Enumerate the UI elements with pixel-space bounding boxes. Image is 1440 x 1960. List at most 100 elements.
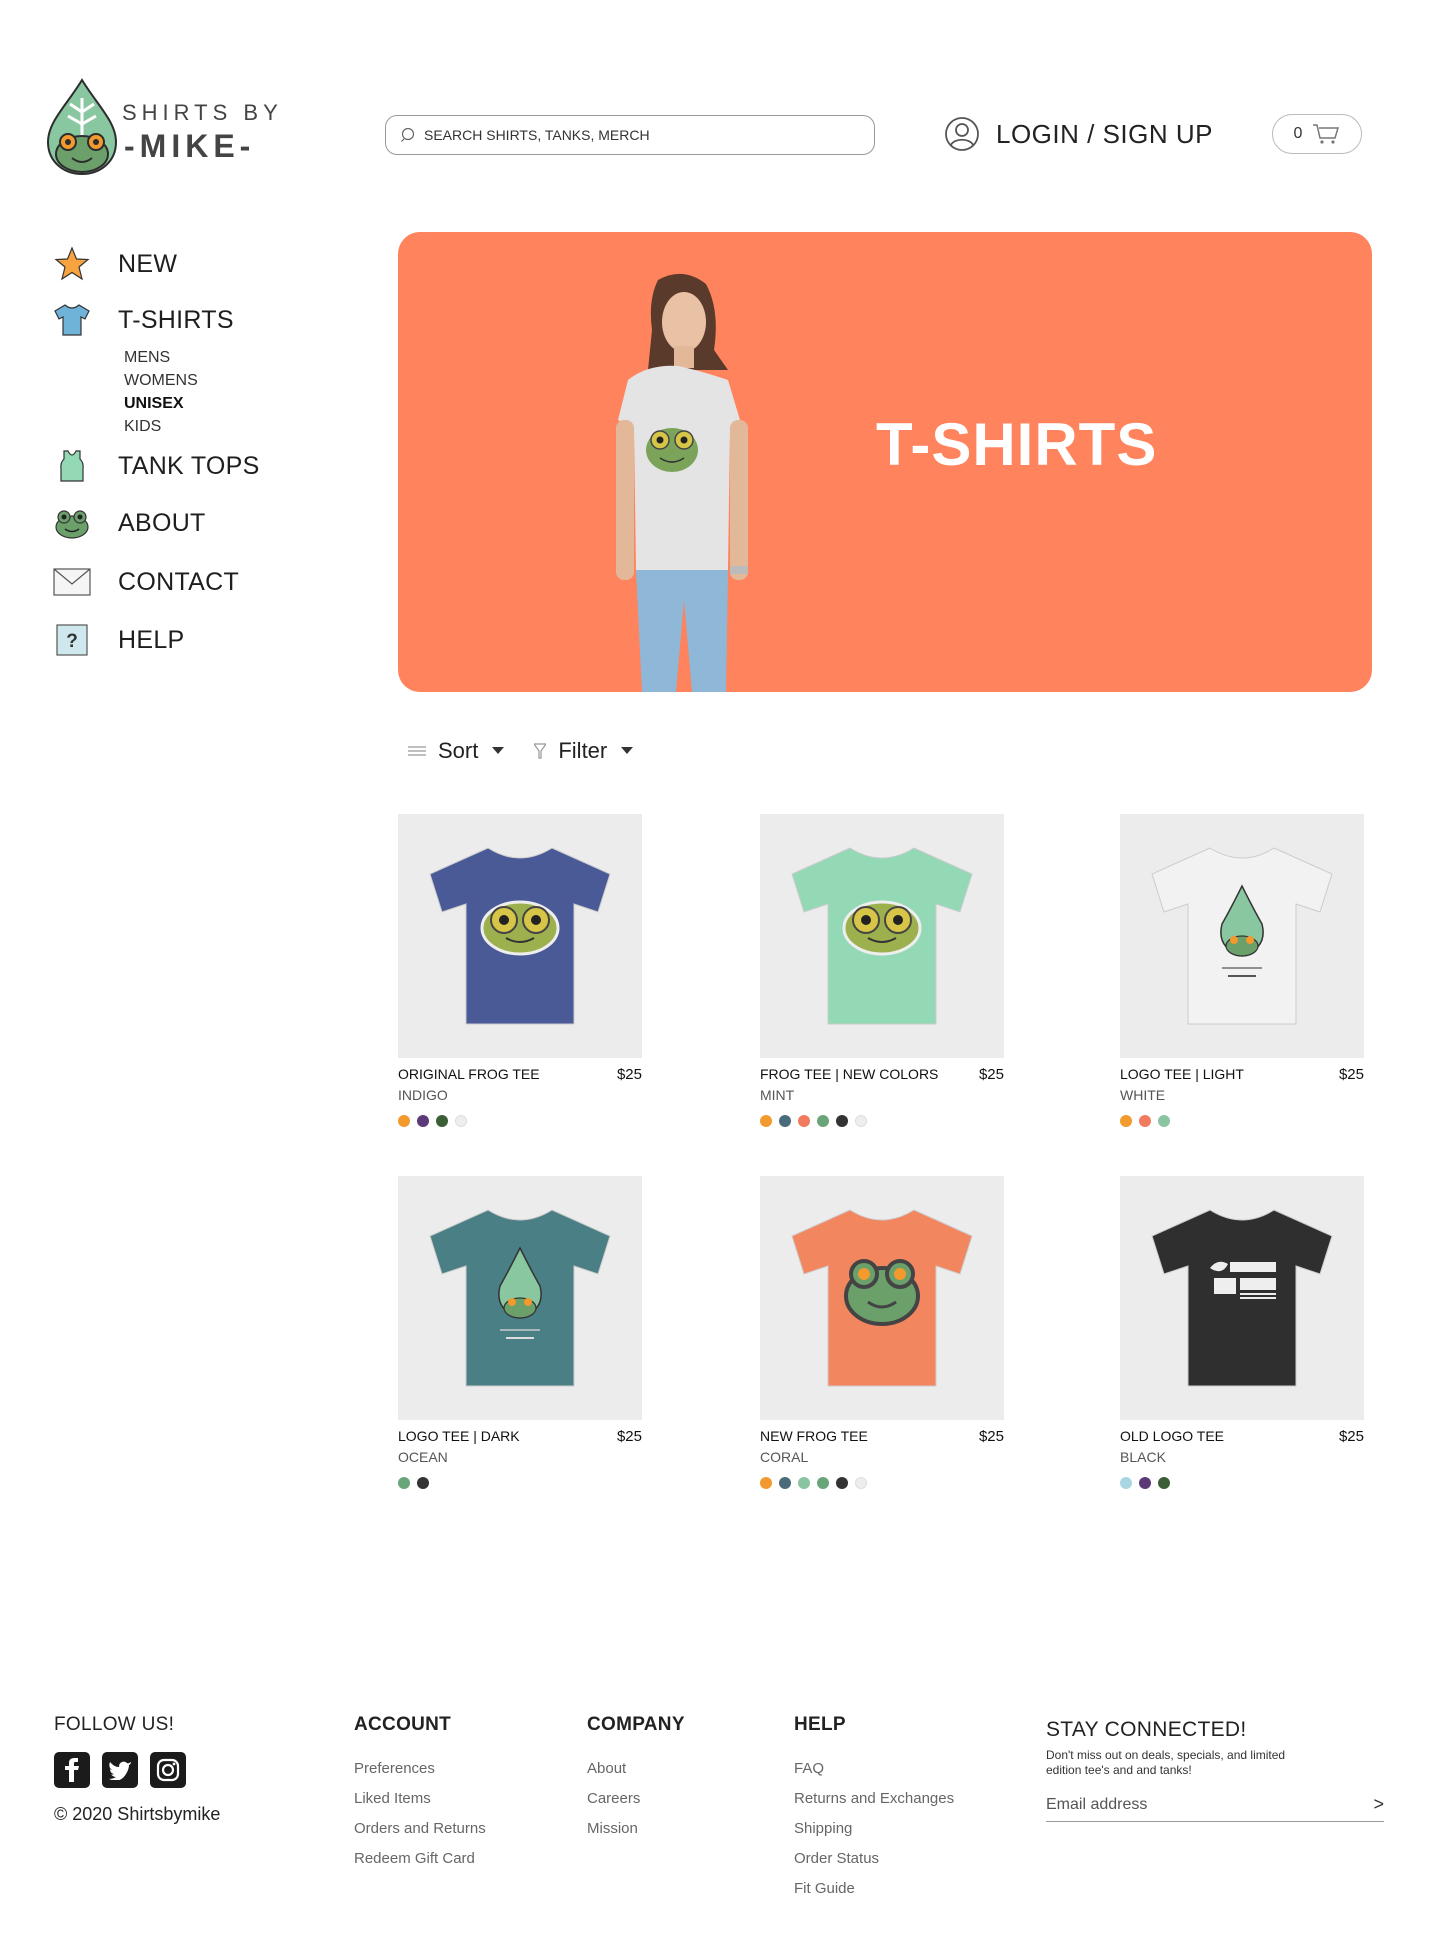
product-color-name: INDIGO [398, 1087, 448, 1103]
footer-link-about[interactable]: About [587, 1754, 685, 1784]
hero-title: T-SHIRTS [876, 411, 1158, 478]
product-info-row: FROG TEE | NEW COLORS $25 [760, 1066, 1004, 1083]
color-swatch[interactable] [798, 1115, 810, 1127]
color-swatch[interactable] [398, 1477, 410, 1489]
color-swatch[interactable] [417, 1115, 429, 1127]
brand-logo[interactable]: SHIRTS BY -MIKE- [46, 78, 286, 178]
newsletter-email-row: > [1046, 1794, 1384, 1822]
tshirt-product-icon [1151, 1209, 1333, 1387]
footer-link-preferences[interactable]: Preferences [354, 1754, 486, 1784]
product-card[interactable]: ORIGINAL FROG TEE $25 INDIGO [398, 814, 642, 1127]
product-image[interactable] [760, 1176, 1004, 1420]
color-swatches [760, 1115, 1004, 1127]
footer-link-liked-items[interactable]: Liked Items [354, 1784, 486, 1814]
product-price: $25 [616, 1066, 642, 1083]
product-name[interactable]: LOGO TEE | DARK [398, 1428, 520, 1445]
tshirt-product-icon [429, 847, 611, 1025]
product-card[interactable]: LOGO TEE | LIGHT $25 WHITE [1120, 814, 1364, 1127]
product-name[interactable]: LOGO TEE | LIGHT [1120, 1066, 1244, 1083]
sidebar-item-contact[interactable]: CONTACT [52, 562, 239, 602]
subnav-item-womens[interactable]: WOMENS [124, 369, 198, 392]
subnav-item-kids[interactable]: KIDS [124, 415, 198, 438]
sidebar-item-new[interactable]: NEW [52, 244, 177, 284]
product-card[interactable]: FROG TEE | NEW COLORS $25 MINT [760, 814, 1004, 1127]
chevron-down-icon [621, 747, 634, 754]
model-wearing-tshirt-image [616, 273, 748, 692]
sidebar-item-label: T-SHIRTS [118, 305, 234, 334]
footer-link-careers[interactable]: Careers [587, 1784, 685, 1814]
product-color-name: CORAL [760, 1449, 809, 1465]
sidebar-item-help[interactable]: ? HELP [52, 620, 185, 660]
color-swatch[interactable] [436, 1115, 448, 1127]
facebook-icon[interactable] [54, 1752, 90, 1788]
product-card[interactable]: NEW FROG TEE $25 CORAL [760, 1176, 1004, 1489]
sidebar-item-label: NEW [118, 249, 178, 278]
product-name[interactable]: OLD LOGO TEE [1120, 1428, 1224, 1445]
product-price: $25 [616, 1428, 642, 1445]
sidebar-item-label: TANK TOPS [118, 451, 260, 480]
product-name[interactable]: NEW FROG TEE [760, 1428, 868, 1445]
color-swatch[interactable] [1158, 1115, 1170, 1127]
color-swatch[interactable] [855, 1115, 867, 1127]
sort-label: Sort [438, 738, 479, 763]
product-card[interactable]: OLD LOGO TEE $25 BLACK [1120, 1176, 1364, 1489]
product-image[interactable] [1120, 1176, 1364, 1420]
color-swatch[interactable] [817, 1115, 829, 1127]
search-bar[interactable] [385, 115, 875, 155]
product-image[interactable] [760, 814, 1004, 1058]
sidebar-item-about[interactable]: ABOUT [52, 503, 206, 543]
color-swatch[interactable] [1139, 1477, 1151, 1489]
subnav-item-unisex[interactable]: UNISEX [124, 392, 198, 415]
footer-link-redeem-gift-card[interactable]: Redeem Gift Card [354, 1844, 486, 1874]
search-input[interactable] [424, 127, 864, 143]
product-info-row: NEW FROG TEE $25 [760, 1428, 1004, 1445]
footer-link-fit-guide[interactable]: Fit Guide [794, 1874, 954, 1904]
submit-arrow-icon[interactable]: > [1373, 1794, 1384, 1815]
sidebar-item-label: HELP [118, 625, 185, 654]
login-signup-link[interactable]: LOGIN / SIGN UP [944, 116, 1213, 152]
color-swatch[interactable] [855, 1477, 867, 1489]
color-swatch[interactable] [779, 1115, 791, 1127]
sidebar-item-tshirts[interactable]: T-SHIRTS [52, 300, 234, 340]
color-swatch[interactable] [455, 1115, 467, 1127]
footer-link-order-status[interactable]: Order Status [794, 1844, 954, 1874]
color-swatch[interactable] [836, 1115, 848, 1127]
color-swatch[interactable] [779, 1477, 791, 1489]
footer-account: ACCOUNT Preferences Liked Items Orders a… [354, 1714, 486, 1874]
color-swatch[interactable] [798, 1477, 810, 1489]
product-name[interactable]: FROG TEE | NEW COLORS [760, 1066, 938, 1083]
color-swatch[interactable] [1158, 1477, 1170, 1489]
footer-link-mission[interactable]: Mission [587, 1814, 685, 1844]
footer-link-faq[interactable]: FAQ [794, 1754, 954, 1784]
product-card[interactable]: LOGO TEE | DARK $25 OCEAN [398, 1176, 642, 1489]
color-swatch[interactable] [1139, 1115, 1151, 1127]
color-swatch[interactable] [1120, 1115, 1132, 1127]
filter-button[interactable]: Filter [534, 738, 634, 764]
color-swatch[interactable] [836, 1477, 848, 1489]
sort-button[interactable]: Sort [408, 738, 505, 764]
newsletter-email-input[interactable] [1046, 1795, 1346, 1814]
subnav-item-mens[interactable]: MENS [124, 346, 198, 369]
footer-link-shipping[interactable]: Shipping [794, 1814, 954, 1844]
color-swatches [1120, 1115, 1364, 1127]
color-swatch[interactable] [760, 1115, 772, 1127]
product-image[interactable] [398, 814, 642, 1058]
color-swatches [398, 1115, 642, 1127]
product-name[interactable]: ORIGINAL FROG TEE [398, 1066, 540, 1083]
product-image[interactable] [1120, 814, 1364, 1058]
color-swatch[interactable] [398, 1115, 410, 1127]
footer-link-orders-returns[interactable]: Orders and Returns [354, 1814, 486, 1844]
color-swatch[interactable] [417, 1477, 429, 1489]
product-price: $25 [1338, 1428, 1364, 1445]
twitter-icon[interactable] [102, 1752, 138, 1788]
color-swatch[interactable] [1120, 1477, 1132, 1489]
sidebar-item-tank-tops[interactable]: TANK TOPS [52, 446, 260, 486]
footer-link-returns-exchanges[interactable]: Returns and Exchanges [794, 1784, 954, 1814]
instagram-icon[interactable] [150, 1752, 186, 1788]
cart-button[interactable]: 0 [1272, 114, 1362, 154]
color-swatch[interactable] [760, 1477, 772, 1489]
color-swatch[interactable] [817, 1477, 829, 1489]
social-links [54, 1752, 220, 1788]
tshirt-product-icon [1151, 847, 1333, 1025]
product-image[interactable] [398, 1176, 642, 1420]
